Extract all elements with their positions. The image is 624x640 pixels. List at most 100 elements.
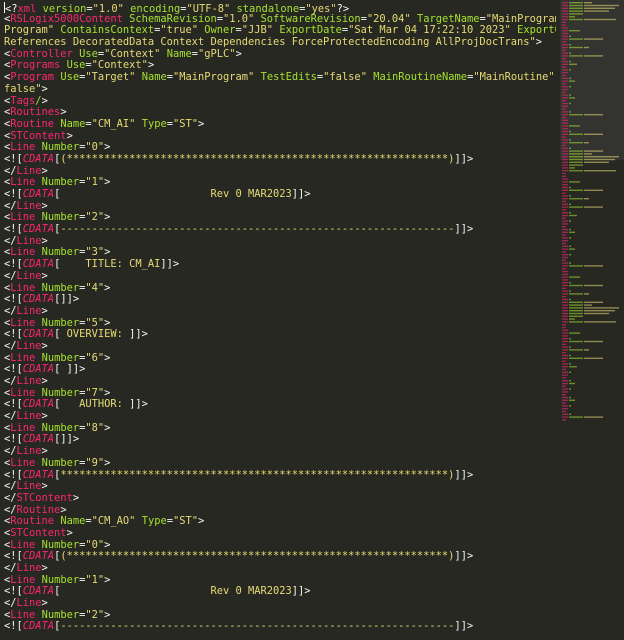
minimap-line [562,310,568,312]
minimap-line [562,226,566,228]
minimap-line [584,310,615,312]
code-line: <![CDATA[*******************************… [4,469,556,482]
minimap-line [562,175,566,177]
code-line: </Line> [4,480,556,493]
minimap-line [569,254,571,256]
minimap-line [562,167,568,169]
minimap-line [562,69,568,71]
minimap-line [562,24,566,26]
minimap-line [562,363,568,365]
minimap-line [562,164,568,166]
minimap-line [562,178,568,180]
code-line-text: <![CDATA[]]> [4,433,80,446]
minimap-line [569,284,583,287]
minimap-line [562,346,568,348]
minimap-line [562,293,568,295]
minimap-line [562,139,568,141]
minimap-line [562,128,568,130]
minimap-line [584,153,592,155]
minimap-line [562,49,566,51]
minimap-line [562,32,568,35]
code-line-text: <![CDATA[ Rev 0 MAR2023]]> [4,188,311,200]
minimap-line [569,142,583,144]
code-line-text: </Line> [4,445,48,458]
code-line-text: </Routine> [4,503,67,516]
minimap-line [562,391,568,393]
minimap-line [569,161,583,163]
minimap-line [562,396,568,399]
minimap-line [569,301,583,303]
code-line-text: <Line Number="0"> [4,538,111,551]
minimap-line [569,139,571,141]
minimap-line [562,144,566,147]
minimap-line [562,181,568,183]
code-line-text: </Line> [4,339,48,352]
minimap-line [569,195,571,197]
code-line-text: <Line Number="1"> [4,573,111,586]
minimap-line [562,270,568,273]
minimap-line [569,44,571,46]
minimap-line [569,413,571,415]
minimap-line [562,133,568,135]
code-line: </STContent> [4,492,556,505]
minimap-line [584,293,589,295]
code-line-text: <![CDATA[-------------------------------… [4,620,474,633]
minimap-line [569,147,571,149]
minimap-line [562,352,566,354]
minimap-line [569,30,580,32]
minimap-line [562,282,568,284]
code-line: <Line Number="6"> [4,352,556,365]
minimap-line [569,405,571,407]
minimap-line [569,380,571,382]
minimap-line [569,18,583,21]
minimap-line [569,52,571,54]
minimap-line [584,349,589,351]
minimap-line [569,16,575,18]
code-line-text: </Line> [4,199,48,212]
minimap-line [569,203,571,205]
minimap-line [562,374,568,376]
minimap-line [562,265,568,267]
minimap-line [562,394,566,396]
minimap-line [562,399,568,401]
code-editor[interactable]: <?xml version="1.0" encoding="UTF-8" sta… [0,0,556,640]
minimap-line [584,156,619,158]
minimap-line [584,265,603,267]
minimap-line [562,307,568,309]
minimap-line [569,35,571,37]
code-line: <Routine Name="CM_AO" Type="ST"> [4,515,556,528]
minimap-line [569,86,571,88]
minimap-line [562,91,566,93]
minimap-line [562,301,568,303]
minimap-line [562,66,566,68]
code-line-text: <![CDATA[ Rev 0 MAR2023]]> [4,585,311,598]
minimap-line [569,262,571,264]
code-line-text: <Controller Use="Context" Name="gPLC"> [4,47,242,60]
code-line: <![CDATA[(******************************… [4,153,556,166]
minimap-line [562,290,568,292]
code-line: <![CDATA[ Rev 0 MAR2023]]> [4,586,556,598]
minimap-line [569,220,571,222]
code-line-text: <Routine Name="CM_AO" Type="ST"> [4,515,205,528]
code-line-text: <![CDATA[]]> [4,293,80,306]
code-line-text: <Line Number="2"> [4,211,111,224]
minimap-line [562,402,566,404]
minimap-line [562,46,568,49]
minimap-line [562,354,568,357]
minimap-line [562,100,566,102]
minimap[interactable] [560,0,624,640]
minimap-line [569,206,583,208]
code-line: <Tags/> [4,94,556,108]
minimap-line [562,142,568,144]
minimap-line [562,388,568,390]
minimap-line [584,114,603,116]
minimap-line [562,192,566,194]
minimap-line [562,60,568,63]
code-line: <![CDATA[]]> [4,434,556,446]
minimap-line [569,153,583,155]
code-line-text: <Tags/> [4,94,48,107]
code-line-text: <Line Number="1"> [4,176,111,189]
minimap-line [569,357,583,359]
minimap-line [562,200,566,203]
minimap-line [562,105,568,107]
